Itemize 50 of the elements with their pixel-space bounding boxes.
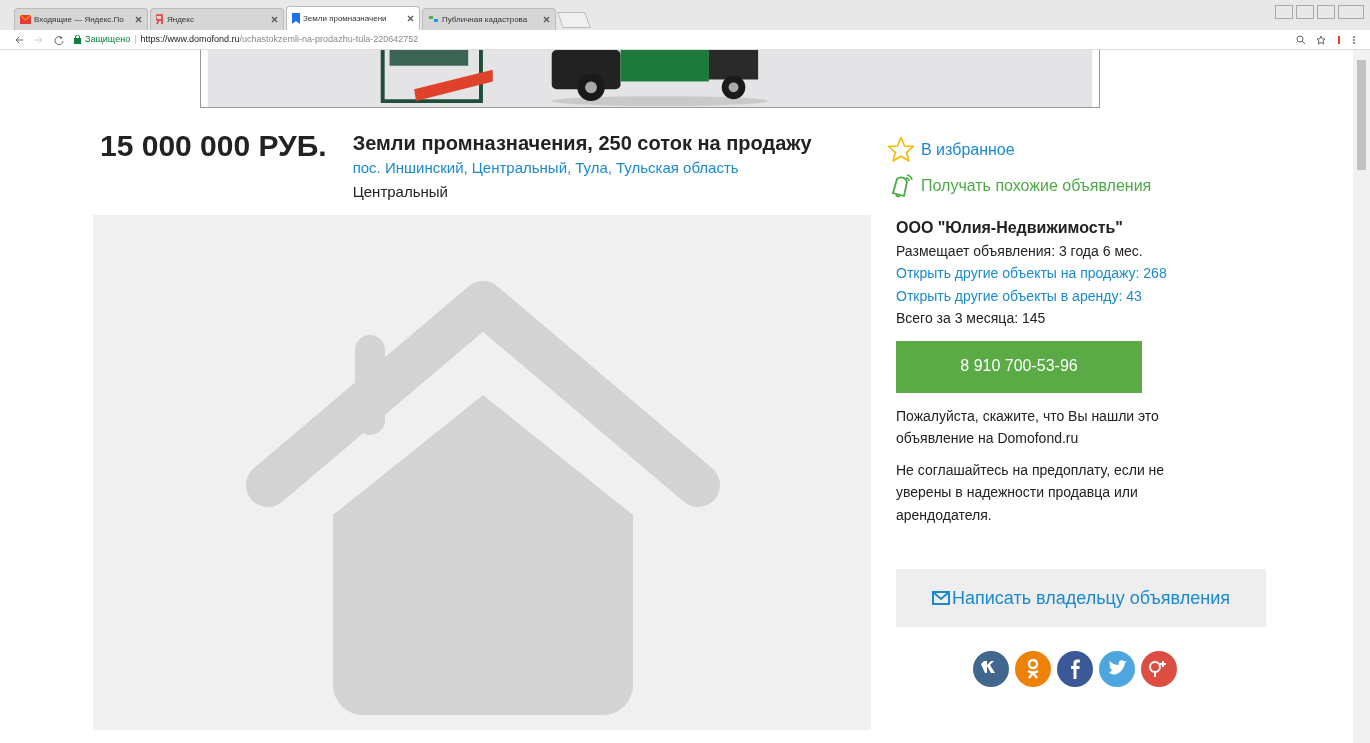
location-link[interactable]: Тульская область	[615, 159, 739, 176]
envelope-icon	[932, 591, 950, 605]
notice-text: Не соглашайтесь на предоплату, если не уверены в надежности продавца или арендодателя.	[896, 460, 1166, 525]
close-icon[interactable]	[135, 16, 142, 23]
close-icon[interactable]	[543, 16, 550, 23]
odnoklassniki-icon[interactable]	[1015, 651, 1051, 687]
listings-link[interactable]: Открыть другие объекты в аренду: 43	[896, 284, 1142, 307]
scrollbar-thumb[interactable]	[1357, 60, 1366, 170]
message-owner-button[interactable]: Написать владельцу объявления	[896, 569, 1266, 627]
browser-tab[interactable]: Земли промназначени	[286, 6, 420, 30]
scrollbar[interactable]	[1353, 50, 1370, 743]
google-plus-icon[interactable]	[1141, 651, 1177, 687]
twitter-icon[interactable]	[1099, 651, 1135, 687]
vk-icon[interactable]	[973, 651, 1009, 687]
location-link[interactable]: Тула	[575, 159, 608, 176]
close-icon[interactable]	[271, 16, 278, 23]
location-link[interactable]: Центральный	[471, 159, 567, 176]
comma-text: ,	[463, 159, 468, 176]
listings-link[interactable]: Открыть другие объекты на продажу: 268	[896, 262, 1167, 285]
close-icon[interactable]	[407, 15, 414, 22]
subscribe-link[interactable]: Получать похожие объявления	[921, 174, 1152, 198]
bookmark-star-icon[interactable]	[1316, 34, 1326, 45]
facebook-icon[interactable]	[1057, 651, 1093, 687]
envelope-icon	[20, 15, 31, 24]
star-icon	[887, 136, 915, 163]
separator-text: |	[134, 32, 137, 46]
location-link[interactable]: пос. Иншинский	[352, 159, 464, 176]
total-listings: Всего за 3 месяца: 145	[896, 309, 1047, 328]
favorite-link[interactable]: В избранное	[921, 137, 1015, 162]
browser-tab[interactable]: Входящие — Яндекс.По	[14, 8, 148, 30]
district-text: Центральный	[352, 182, 449, 202]
browser-tab[interactable]: Яндекс	[150, 8, 284, 30]
browser-tab[interactable]: Публичная кадастрова	[422, 8, 556, 30]
notice-text: Пожалуйста, скажите, что Вы нашли это объявление на Domofond.ru	[896, 406, 1160, 448]
menu-icon[interactable]	[1352, 34, 1356, 45]
bookmark-icon	[292, 13, 300, 24]
zoom-icon[interactable]	[1296, 34, 1306, 45]
lock-icon	[74, 35, 81, 44]
price: 15 000 000 РУБ.	[100, 128, 327, 164]
seller-name: ООО "Юлия-Недвижимость"	[896, 218, 1124, 238]
seller-tenure: Размещает объявления: 3 года 6 мес.	[896, 241, 1144, 261]
letter-icon	[156, 14, 164, 25]
phone-button[interactable]: 8 910 700-53-96	[896, 340, 1142, 393]
comma-text: ,	[567, 159, 572, 176]
address-bar[interactable]: Защищено | https://www.domofond.ru/uchastokzemli-na-prodazhu-tula-220642752	[74, 32, 1286, 47]
back-icon[interactable]	[14, 34, 24, 45]
map-icon	[428, 15, 439, 24]
listing-title: Земли промназначения, 250 соток на продажу	[352, 131, 812, 156]
comma-text: ,	[607, 159, 612, 176]
reload-icon[interactable]	[54, 34, 64, 45]
